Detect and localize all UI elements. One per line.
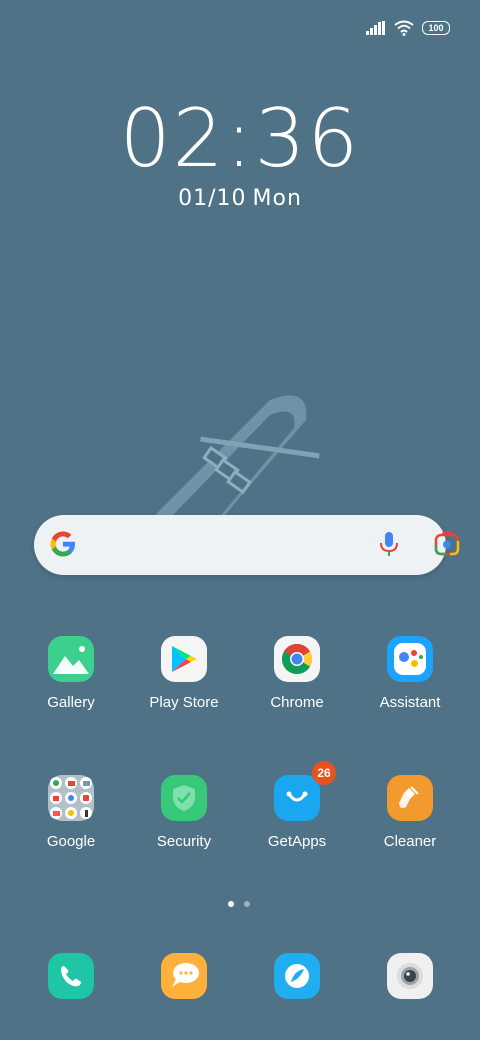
app-gallery[interactable]: Gallery <box>16 636 126 711</box>
phone-icon <box>61 966 81 987</box>
browser-icon <box>285 964 309 988</box>
play-store-icon <box>161 636 207 682</box>
status-bar: 100 <box>366 18 450 38</box>
getapps-icon: 26 <box>274 761 336 821</box>
page-dot-active[interactable] <box>228 901 234 907</box>
gallery-icon <box>48 636 94 682</box>
messages-icon <box>172 963 199 987</box>
battery-indicator: 100 <box>422 21 450 35</box>
notification-badge: 26 <box>312 761 336 785</box>
google-search-bar[interactable] <box>34 515 460 575</box>
cleaner-icon <box>387 775 433 821</box>
app-assistant[interactable]: Assistant <box>355 636 465 711</box>
google-folder-icon <box>48 775 94 821</box>
dock-phone[interactable] <box>48 953 94 999</box>
app-label: Gallery <box>47 694 95 711</box>
wifi-icon <box>394 20 414 36</box>
page-indicator <box>228 901 250 907</box>
clock-date[interactable]: 01/10 Mon <box>0 186 480 211</box>
app-label: Chrome <box>270 694 324 711</box>
app-label: Cleaner <box>383 833 437 850</box>
folder-google[interactable]: Google <box>16 775 126 850</box>
camera-icon <box>397 963 423 989</box>
signal-icon <box>366 21 385 35</box>
page-dot[interactable] <box>244 901 250 907</box>
google-lens-icon[interactable] <box>432 529 462 559</box>
assistant-icon <box>387 636 433 682</box>
app-play-store[interactable]: Play Store <box>129 636 239 711</box>
google-logo-icon <box>50 531 75 557</box>
app-cleaner[interactable]: Cleaner <box>355 775 465 850</box>
app-label: GetApps <box>267 833 327 850</box>
dock-browser[interactable] <box>274 953 320 999</box>
chrome-icon <box>274 636 320 682</box>
security-icon <box>161 775 207 821</box>
app-getapps[interactable]: 26 GetApps <box>242 761 352 850</box>
app-label: Assistant <box>379 694 441 711</box>
clock-time[interactable]: 02:36 <box>0 92 480 185</box>
app-label: Security <box>156 833 212 850</box>
app-label: Play Store <box>149 694 219 711</box>
app-security[interactable]: Security <box>129 775 239 850</box>
dock-messages[interactable] <box>161 953 207 999</box>
day-text: Mon <box>252 186 302 211</box>
app-chrome[interactable]: Chrome <box>242 636 352 711</box>
voice-search-icon[interactable] <box>374 529 404 559</box>
date-text: 01/10 <box>178 186 247 211</box>
dock-camera[interactable] <box>387 953 433 999</box>
app-label: Google <box>46 833 96 850</box>
